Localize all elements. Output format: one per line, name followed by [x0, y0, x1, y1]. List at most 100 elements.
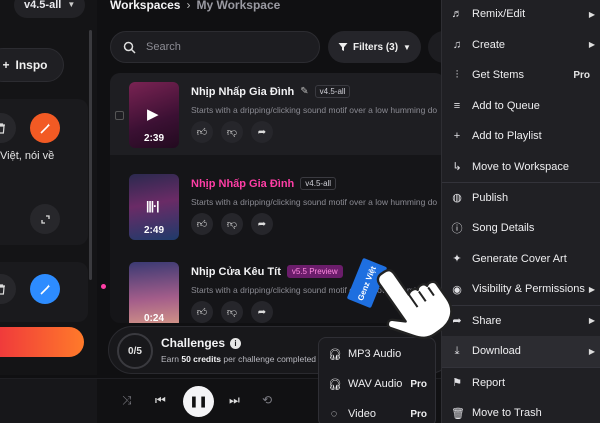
- menu-item-label: Move to Workspace: [472, 160, 570, 173]
- breadcrumb: Workspaces › My Workspace: [110, 0, 280, 12]
- trash-icon[interactable]: [0, 113, 16, 143]
- menu-item-label: Share: [472, 314, 502, 327]
- menu-item-remix-edit[interactable]: ♬ Remix/Edit ▶: [442, 0, 600, 30]
- menu-item-get-stems[interactable]: ⫶ Get Stems Pro: [442, 60, 600, 91]
- pro-badge: Pro: [410, 408, 427, 420]
- menu-item-add-to-playlist[interactable]: + Add to Playlist: [442, 121, 600, 152]
- thumbs-up-icon[interactable]: 👍︎: [191, 213, 213, 235]
- menu-item-label: Report: [472, 376, 506, 389]
- left-card: [0, 262, 88, 322]
- filter-icon: [338, 43, 348, 51]
- song-cover[interactable]: |||·| 2:49: [129, 174, 179, 240]
- chevron-right-icon: ▶: [588, 346, 595, 356]
- repeat-icon[interactable]: ⟲: [262, 393, 272, 407]
- model-tag: v4.5-all: [300, 177, 337, 190]
- subtitle-credits: 50 credits: [181, 354, 222, 364]
- previous-icon[interactable]: ⏮︎: [155, 393, 166, 408]
- song-title[interactable]: Nhịp Cửa Kêu Tít: [191, 266, 281, 278]
- menu-item-share[interactable]: ➦ Share ▶: [442, 306, 600, 337]
- thumbs-down-icon[interactable]: 👎︎: [221, 301, 243, 323]
- song-title[interactable]: Nhịp Nhấp Gia Đình: [191, 86, 294, 98]
- pencil-icon[interactable]: ✎: [300, 86, 308, 97]
- music-note-icon: ♫: [452, 38, 462, 51]
- scrollbar[interactable]: [89, 30, 92, 280]
- equalizer-icon: |||·|: [146, 199, 159, 213]
- headphones-icon: 🎧︎: [328, 348, 342, 361]
- menu-item-generate-cover-art[interactable]: ✦ Generate Cover Art: [442, 244, 600, 275]
- song-context-menu: ♬ Remix/Edit ▶ ♫ Create ▶ ⫶ Get Stems Pr…: [441, 0, 600, 423]
- subtitle-suffix: per challenge completed: [223, 354, 317, 364]
- left-panel: v4.5-all ▼ + Inspo Việt, nói về: [0, 0, 97, 375]
- menu-item-label: Add to Queue: [472, 99, 540, 112]
- menu-item-visibility-permissions[interactable]: ◉ Visibility & Permissions ▶: [442, 274, 600, 305]
- shuffle-icon[interactable]: ⤨: [122, 393, 132, 408]
- chevron-right-icon: ▶: [588, 40, 595, 50]
- song-duration: 2:49: [143, 225, 164, 236]
- model-label: v4.5-all: [24, 0, 62, 11]
- menu-item-move-to-workspace[interactable]: ↳ Move to Workspace: [442, 152, 600, 183]
- share-icon[interactable]: ➦: [251, 121, 273, 143]
- create-button[interactable]: [0, 327, 84, 357]
- menu-item-report[interactable]: ⚑ Report: [442, 368, 600, 399]
- song-row[interactable]: |||·| 2:49 Nhịp Nhấp Gia Đình v4.5-all S…: [110, 165, 445, 247]
- download-video-item[interactable]: ◌ Video Pro: [319, 399, 437, 423]
- challenge-progress: 0/5: [117, 333, 153, 369]
- thumbs-up-icon[interactable]: 👍︎: [191, 301, 213, 323]
- thumbs-down-icon[interactable]: 👎︎: [221, 121, 243, 143]
- menu-item-label: Get Stems: [472, 69, 524, 82]
- song-duration: 0:24: [143, 313, 164, 323]
- stems-icon: ⫶: [455, 68, 459, 81]
- song-cover[interactable]: ▶ 2:39: [129, 82, 179, 148]
- pro-badge: Pro: [410, 378, 427, 390]
- share-icon[interactable]: ➦: [251, 301, 273, 323]
- menu-item-add-to-queue[interactable]: ≡ Add to Queue: [442, 91, 600, 122]
- menu-item-label: WAV Audio: [348, 378, 403, 390]
- breadcrumb-workspaces[interactable]: Workspaces: [110, 0, 180, 12]
- trash-icon[interactable]: [0, 274, 16, 304]
- search-input[interactable]: Search: [110, 31, 320, 63]
- song-title[interactable]: Nhịp Nhấp Gia Đình: [191, 178, 294, 190]
- plus-icon: +: [453, 130, 461, 143]
- chevron-right-icon: ▶: [588, 9, 595, 19]
- song-row[interactable]: ▶ 2:39 Nhịp Nhấp Gia Đình ✎ v4.5-all Sta…: [110, 73, 445, 155]
- menu-item-create[interactable]: ♫ Create ▶: [442, 30, 600, 61]
- magic-wand-icon[interactable]: [30, 113, 60, 143]
- flag-icon: ⚑: [452, 377, 462, 390]
- menu-item-label: Video: [348, 408, 376, 420]
- share-icon[interactable]: ➦: [251, 213, 273, 235]
- menu-item-label: Visibility & Permissions: [472, 283, 585, 296]
- thumbs-up-icon[interactable]: 👍︎: [191, 121, 213, 143]
- song-description: Starts with a dripping/clicking sound mo…: [191, 105, 438, 115]
- menu-item-move-to-trash[interactable]: 🗑︎ Move to Trash: [442, 398, 600, 423]
- next-icon[interactable]: ⏭︎: [229, 393, 240, 408]
- menu-item-label: Create: [472, 38, 506, 51]
- queue-icon: ≡: [453, 99, 461, 112]
- trash-icon: 🗑︎: [451, 407, 465, 420]
- globe-icon: ◍: [452, 192, 462, 205]
- chevron-down-icon: ▼: [403, 42, 411, 52]
- video-icon: ◌: [330, 408, 338, 420]
- headphones-icon: 🎧︎: [328, 378, 342, 391]
- song-checkbox[interactable]: [115, 111, 124, 120]
- menu-item-label: Remix/Edit: [472, 8, 526, 21]
- challenges-title: Challenges: [161, 336, 226, 350]
- info-icon: ⓘ: [451, 223, 463, 236]
- plus-icon: +: [2, 58, 10, 72]
- model-selector[interactable]: v4.5-all ▼: [14, 0, 86, 18]
- menu-item-download[interactable]: ⤓ Download ▶: [442, 336, 600, 367]
- info-icon[interactable]: i: [230, 337, 242, 349]
- chevron-right-icon: ›: [186, 0, 191, 12]
- remix-icon: ♬: [451, 8, 463, 21]
- inspo-button[interactable]: + Inspo: [0, 48, 64, 82]
- pause-button[interactable]: ❚❚: [183, 386, 214, 417]
- left-card: [0, 99, 88, 245]
- now-playing-dot: [101, 284, 106, 289]
- menu-item-song-details[interactable]: ⓘ Song Details: [442, 213, 600, 244]
- magic-wand-icon[interactable]: [30, 274, 60, 304]
- song-cover[interactable]: 0:24: [129, 262, 179, 323]
- thumbs-down-icon[interactable]: 👎︎: [221, 213, 243, 235]
- filters-button[interactable]: Filters (3) ▼: [328, 31, 421, 63]
- download-wav-item[interactable]: 🎧︎ WAV Audio Pro: [319, 369, 437, 399]
- menu-item-publish[interactable]: ◍ Publish: [442, 183, 600, 214]
- expand-icon[interactable]: [30, 204, 60, 234]
